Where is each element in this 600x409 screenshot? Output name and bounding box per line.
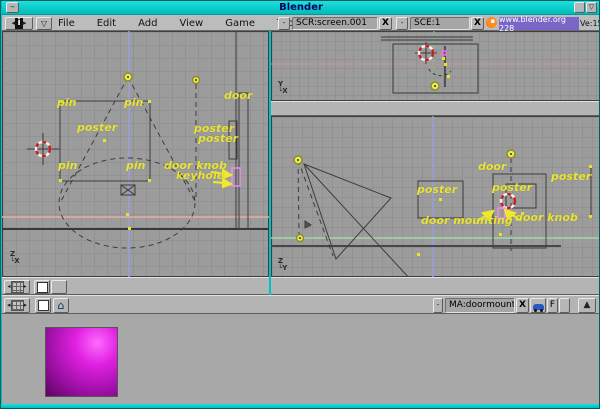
title-bar: Blender – ▽ — [2, 1, 600, 15]
info-window-button[interactable]: ◂ i ▸ — [5, 17, 33, 30]
home-button[interactable] — [51, 280, 67, 294]
url-text: www.blender.org 228 — [499, 17, 579, 30]
menu-file[interactable]: File — [58, 16, 75, 31]
annotation-arrows — [211, 170, 231, 187]
menu-edit[interactable]: Edit — [97, 16, 116, 31]
screen-delete-button[interactable]: X — [379, 17, 392, 30]
screen-collapse-button[interactable]: - — [278, 17, 290, 30]
window-type-icon — [11, 300, 24, 311]
selected-object — [442, 51, 446, 55]
blender-window: Blender – ▽ ◂ i ▸ ▽ FileEditAddViewGameT… — [0, 0, 600, 409]
scene-delete-button[interactable]: X — [471, 17, 484, 30]
menu-add[interactable]: Add — [138, 16, 157, 31]
menu-bar: ◂ i ▸ ▽ FileEditAddViewGameTools - SCR:s… — [2, 15, 600, 31]
cursor-3d — [27, 133, 59, 165]
pack-button[interactable]: ▲ — [578, 298, 596, 313]
screen-name-field[interactable]: SCR:screen.001 — [292, 17, 378, 30]
maximize-button[interactable] — [574, 2, 585, 13]
blender-logo-icon — [486, 17, 497, 28]
up-arrow-icon: ▲ — [584, 301, 591, 310]
right-arrow-icon: ▸ — [23, 20, 27, 27]
scene-name-field[interactable]: SCE:1 — [410, 17, 470, 30]
screen-layout-dropdown[interactable]: ▽ — [36, 17, 52, 30]
menu-view[interactable]: View — [179, 16, 203, 31]
material-name-field[interactable]: MA:doormounting — [445, 298, 515, 313]
buttons-window-header: ◂▸ ⌂ - MA:doormounting X F ▲ — [2, 295, 600, 314]
side-scene — [271, 116, 600, 277]
square-icon — [38, 300, 49, 311]
auto-name-button[interactable] — [530, 298, 546, 313]
square-icon — [37, 282, 48, 293]
viewport-header-front: ◂▸ — [2, 277, 269, 295]
material-panel — [2, 314, 600, 404]
car-icon — [533, 304, 544, 310]
buttons-window-type-button[interactable]: ◂▸ — [4, 298, 30, 313]
home-button[interactable]: ⌂ — [53, 298, 69, 313]
window-bottom-edge — [1, 404, 600, 409]
menu-items: FileEditAddViewGameTools — [58, 16, 302, 31]
chevron-down-icon: ▽ — [41, 20, 47, 28]
viewport-header-top — [271, 101, 600, 116]
full-window-button[interactable] — [35, 298, 51, 313]
full-window-button[interactable] — [34, 280, 50, 294]
viewport-header-side — [271, 277, 600, 295]
users-button[interactable] — [559, 298, 570, 313]
material-delete-button[interactable]: X — [516, 298, 529, 313]
fake-user-button[interactable]: F — [547, 298, 558, 313]
lamp-objects — [124, 73, 200, 84]
material-collapse-button[interactable]: - — [433, 298, 443, 313]
viewport-grid-icon — [11, 281, 24, 293]
info-icon: i — [15, 18, 23, 29]
scene-collapse-button[interactable]: - — [396, 17, 408, 30]
version-text: Ve:152 — [580, 17, 600, 30]
top-scene — [271, 31, 600, 101]
window-title: Blender — [2, 1, 600, 15]
front-scene — [2, 31, 269, 277]
home-icon: ⌂ — [58, 301, 65, 310]
shade-button[interactable]: ▽ — [586, 2, 597, 13]
viewport-type-button[interactable]: ◂▸ — [4, 280, 30, 294]
menu-game[interactable]: Game — [225, 16, 255, 31]
lamp-objects — [294, 150, 515, 242]
window-menu-button[interactable]: – — [6, 2, 19, 13]
material-preview — [45, 327, 118, 397]
right-arrow-icon: ▸ — [24, 284, 27, 290]
